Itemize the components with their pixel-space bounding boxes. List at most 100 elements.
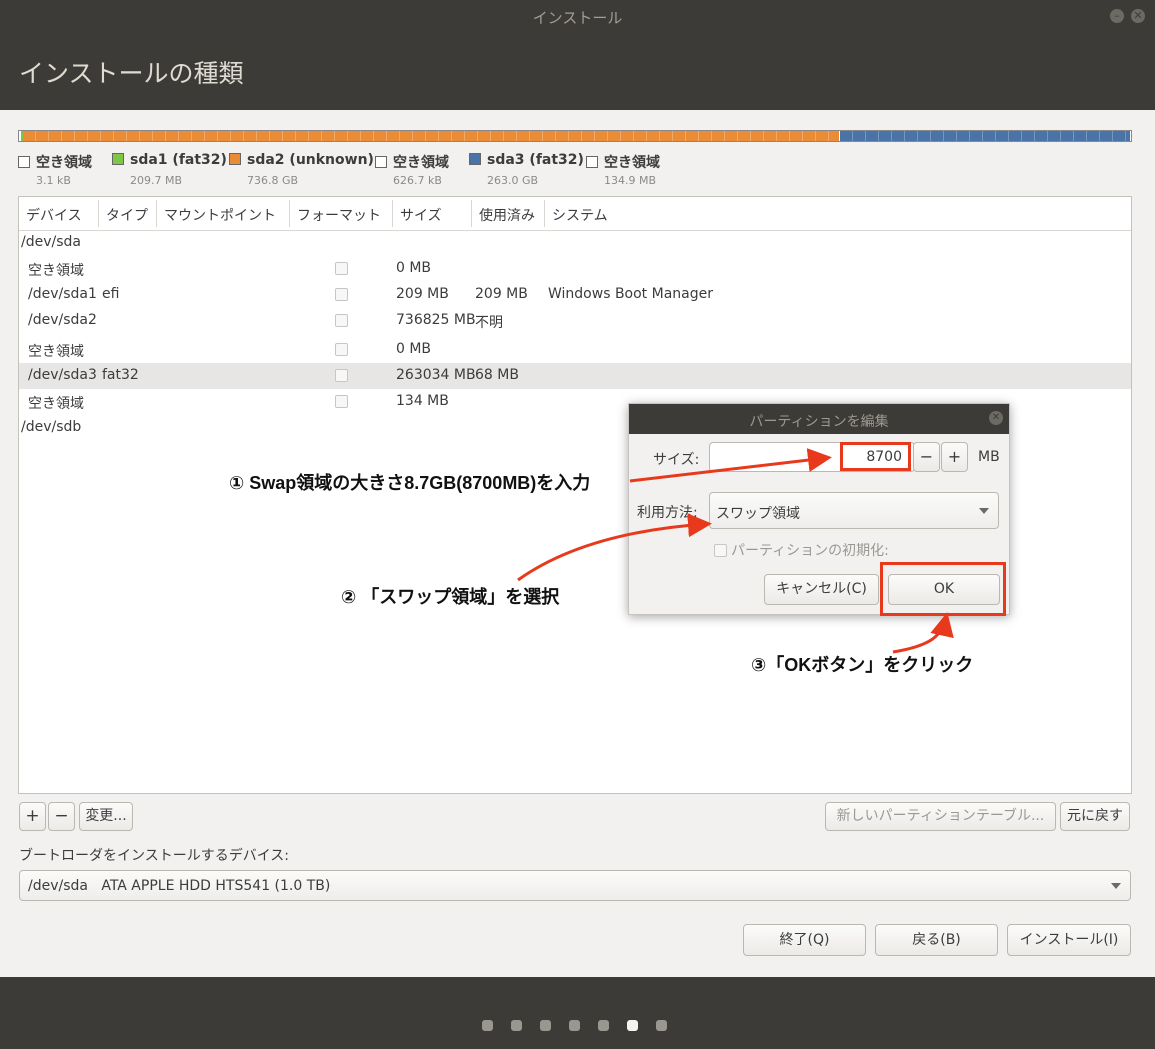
dialog-close-icon[interactable]: ✕ xyxy=(989,411,1003,425)
legend-size: 134.9 MB xyxy=(604,174,657,187)
row-size: 263034 MB xyxy=(396,367,476,383)
legend-free-3: 空き領域 134.9 MB xyxy=(586,152,660,187)
column-separator xyxy=(156,200,157,227)
legend-swatch xyxy=(375,156,387,168)
bootloader-label: ブートローダをインストールするデバイス: xyxy=(19,848,290,864)
table-row[interactable]: /dev/sda2 736825 MB 不明 xyxy=(19,308,1131,334)
row-used: 68 MB xyxy=(475,367,519,383)
table-row[interactable]: 空き領域 0 MB xyxy=(19,256,1131,282)
row-device: 空き領域 xyxy=(28,396,84,412)
column-separator xyxy=(289,200,290,227)
legend-size: 626.7 kB xyxy=(393,174,442,187)
column-device[interactable]: デバイス xyxy=(26,205,82,225)
format-checkbox xyxy=(335,288,348,301)
dialog-titlebar: パーティションを編集 ✕ xyxy=(629,404,1009,434)
size-increment-button[interactable]: + xyxy=(941,442,968,472)
minimize-icon[interactable]: – xyxy=(1110,9,1124,23)
partition-bar-sda3 xyxy=(840,131,1130,141)
new-partition-table-button[interactable]: 新しいパーティションテーブル... xyxy=(825,802,1056,831)
table-row[interactable]: /dev/sda xyxy=(19,230,1131,256)
page-header: インストールの種類 xyxy=(0,32,1155,110)
row-device: /dev/sda3 xyxy=(28,367,97,383)
row-used: 不明 xyxy=(475,315,503,331)
table-row-selected[interactable]: /dev/sda3 fat32 263034 MB 68 MB xyxy=(19,363,1131,389)
format-checkbox xyxy=(335,262,348,275)
partition-bar-free-3 xyxy=(1130,131,1131,141)
chevron-down-icon xyxy=(979,507,989,514)
progress-dot xyxy=(511,1020,522,1031)
column-system[interactable]: システム xyxy=(552,205,608,225)
legend-size: 3.1 kB xyxy=(36,174,71,187)
row-device: /dev/sda xyxy=(21,234,81,250)
use-as-select[interactable]: スワップ領域 xyxy=(709,492,999,529)
legend-free-2: 空き領域 626.7 kB xyxy=(375,152,449,187)
highlight-ok-box xyxy=(880,562,1006,616)
row-device: 空き領域 xyxy=(28,263,84,279)
legend-sda3: sda3 (fat32) 263.0 GB xyxy=(469,152,584,187)
install-button[interactable]: インストール(I) xyxy=(1007,924,1131,956)
row-size: 134 MB xyxy=(396,393,449,409)
format-checkbox xyxy=(335,314,348,327)
column-separator xyxy=(392,200,393,227)
column-size[interactable]: サイズ xyxy=(400,205,442,225)
legend-size: 209.7 MB xyxy=(130,174,183,187)
row-device: /dev/sdb xyxy=(21,419,82,435)
quit-button[interactable]: 終了(Q) xyxy=(743,924,866,956)
window-titlebar: インストール – ✕ xyxy=(0,0,1155,32)
table-header: デバイス タイプ マウントポイント フォーマット サイズ 使用済み システム xyxy=(19,197,1131,231)
progress-dot xyxy=(569,1020,580,1031)
partition-bar-sda2 xyxy=(23,131,839,141)
column-type[interactable]: タイプ xyxy=(106,205,148,225)
legend-swatch xyxy=(469,153,481,165)
format-partition-label: パーティションの初期化: xyxy=(731,543,889,559)
legend-sda1: sda1 (fat32) 209.7 MB xyxy=(112,152,227,187)
column-format[interactable]: フォーマット xyxy=(297,205,381,225)
row-used: 209 MB xyxy=(475,286,528,302)
remove-partition-button[interactable]: − xyxy=(48,802,75,831)
legend-size: 736.8 GB xyxy=(247,174,299,187)
progress-dot xyxy=(656,1020,667,1031)
column-separator xyxy=(471,200,472,227)
row-type: efi xyxy=(102,286,120,302)
row-device: 空き領域 xyxy=(28,344,84,360)
column-used[interactable]: 使用済み xyxy=(479,205,535,225)
size-decrement-button[interactable]: − xyxy=(913,442,940,472)
legend-swatch xyxy=(586,156,598,168)
table-row[interactable]: 空き領域 0 MB xyxy=(19,337,1131,363)
column-separator xyxy=(544,200,545,227)
row-system: Windows Boot Manager xyxy=(548,286,713,302)
revert-button[interactable]: 元に戻す xyxy=(1060,802,1130,831)
bootloader-device-select[interactable]: /dev/sda ATA APPLE HDD HTS541 (1.0 TB) xyxy=(19,870,1131,901)
column-mount[interactable]: マウントポイント xyxy=(164,205,276,225)
cancel-button[interactable]: キャンセル(C) xyxy=(764,574,879,605)
legend-free-1: 空き領域 3.1 kB xyxy=(18,152,92,187)
close-icon[interactable]: ✕ xyxy=(1131,9,1145,23)
format-partition-checkbox[interactable] xyxy=(714,544,727,557)
back-button[interactable]: 戻る(B) xyxy=(875,924,998,956)
partition-bar xyxy=(18,130,1132,142)
legend-swatch xyxy=(229,153,241,165)
row-size: 0 MB xyxy=(396,260,432,276)
format-checkbox xyxy=(335,343,348,356)
highlight-size-box xyxy=(840,442,911,471)
annotation-step3: ③「OKボタン」をクリック xyxy=(751,655,974,675)
progress-dot-current xyxy=(627,1020,638,1031)
row-device: /dev/sda1 xyxy=(28,286,97,302)
legend-size: 263.0 GB xyxy=(487,174,539,187)
row-type: fat32 xyxy=(102,367,139,383)
format-checkbox xyxy=(335,369,348,382)
format-checkbox xyxy=(335,395,348,408)
bootloader-device-value: /dev/sda ATA APPLE HDD HTS541 (1.0 TB) xyxy=(28,878,331,894)
window-title: インストール xyxy=(532,9,623,27)
use-as-value: スワップ領域 xyxy=(716,506,800,522)
progress-dot xyxy=(598,1020,609,1031)
chevron-down-icon xyxy=(1111,882,1121,889)
progress-dot xyxy=(540,1020,551,1031)
table-row[interactable]: /dev/sda1 efi 209 MB 209 MB Windows Boot… xyxy=(19,282,1131,308)
dialog-title: パーティションを編集 xyxy=(749,414,889,430)
use-as-label: 利用方法: xyxy=(637,505,698,521)
change-partition-button[interactable]: 変更... xyxy=(79,802,133,831)
add-partition-button[interactable]: + xyxy=(19,802,46,831)
progress-footer xyxy=(0,977,1155,1049)
row-size: 736825 MB xyxy=(396,312,476,328)
